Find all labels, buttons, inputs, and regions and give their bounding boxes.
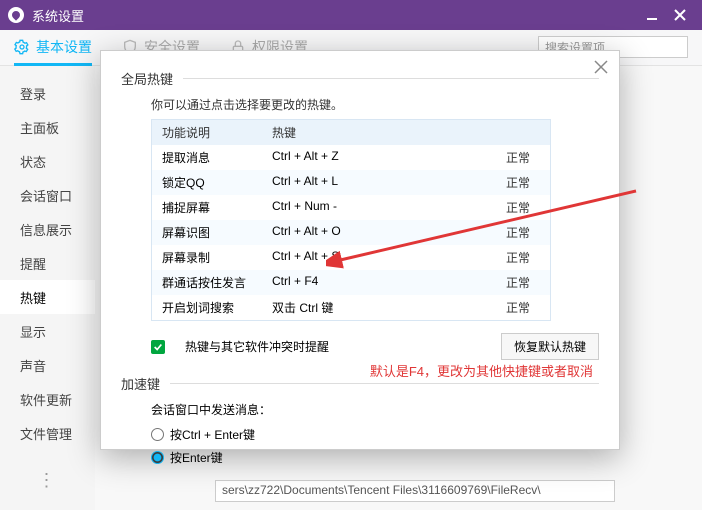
col-key: 热键	[262, 120, 442, 145]
hotkey-status: 正常	[442, 195, 550, 220]
global-hotkeys-desc: 你可以通过点击选择要更改的热键。	[151, 96, 599, 113]
col-fn: 功能说明	[152, 120, 262, 145]
sidebar-item-4[interactable]: 信息展示	[0, 212, 95, 246]
hotkey-fn: 群通话按住发言	[152, 270, 262, 295]
hotkey-row[interactable]: 捕捉屏幕Ctrl + Num -正常	[152, 195, 550, 220]
window-title: 系统设置	[32, 6, 84, 25]
hotkey-row[interactable]: 锁定QQCtrl + Alt + L正常	[152, 170, 550, 195]
path-input[interactable]: sers\zz722\Documents\Tencent Files\31166…	[215, 480, 615, 502]
hotkey-row[interactable]: 提取消息Ctrl + Alt + Z正常	[152, 145, 550, 170]
hotkey-key: 双击 Ctrl 键	[262, 295, 442, 320]
sidebar: 登录主面板状态会话窗口信息展示提醒热键显示声音软件更新文件管理 ⋮	[0, 66, 95, 510]
hotkey-row[interactable]: 屏幕识图Ctrl + Alt + O正常	[152, 220, 550, 245]
hotkey-status: 正常	[442, 220, 550, 245]
conflict-checkbox[interactable]	[151, 340, 165, 354]
hotkey-status: 正常	[442, 270, 550, 295]
send-msg-label: 会话窗口中发送消息：	[151, 401, 599, 418]
radio-ctrl-enter[interactable]: 按Ctrl + Enter键	[151, 426, 599, 443]
hotkey-fn: 屏幕识图	[152, 220, 262, 245]
hotkey-status: 正常	[442, 145, 550, 170]
hotkey-fn: 开启划词搜索	[152, 295, 262, 320]
tab-basic[interactable]: 基本设置	[14, 30, 92, 66]
close-button[interactable]	[666, 0, 694, 30]
section-accelerator: 加速键	[121, 374, 160, 393]
sidebar-item-7[interactable]: 显示	[0, 314, 95, 348]
hotkey-status: 正常	[442, 295, 550, 320]
hotkey-fn: 锁定QQ	[152, 170, 262, 195]
hotkey-key: Ctrl + Alt + Z	[262, 145, 442, 170]
hotkey-settings-modal: 全局热键 你可以通过点击选择要更改的热键。 功能说明 热键 提取消息Ctrl +…	[100, 50, 620, 450]
sidebar-item-2[interactable]: 状态	[0, 144, 95, 178]
gear-icon	[14, 39, 30, 55]
hotkey-row[interactable]: 屏幕录制Ctrl + Alt + S正常	[152, 245, 550, 270]
sidebar-item-5[interactable]: 提醒	[0, 246, 95, 280]
hotkey-fn: 捕捉屏幕	[152, 195, 262, 220]
sidebar-item-1[interactable]: 主面板	[0, 110, 95, 144]
hotkey-key: Ctrl + Num -	[262, 195, 442, 220]
qq-icon	[8, 7, 24, 23]
hotkey-fn: 提取消息	[152, 145, 262, 170]
hotkey-fn: 屏幕录制	[152, 245, 262, 270]
hotkey-table: 功能说明 热键 提取消息Ctrl + Alt + Z正常锁定QQCtrl + A…	[151, 119, 551, 321]
sidebar-item-10[interactable]: 文件管理	[0, 416, 95, 450]
hotkey-row[interactable]: 开启划词搜索双击 Ctrl 键正常	[152, 295, 550, 320]
minimize-button[interactable]	[638, 0, 666, 30]
hotkey-row[interactable]: 群通话按住发言Ctrl + F4正常	[152, 270, 550, 295]
section-global-hotkeys: 全局热键	[121, 69, 173, 88]
hotkey-key: Ctrl + Alt + S	[262, 245, 442, 270]
modal-close-button[interactable]	[593, 59, 609, 75]
sidebar-item-9[interactable]: 软件更新	[0, 382, 95, 416]
hotkey-key: Ctrl + F4	[262, 270, 442, 295]
annotation-note: 默认是F4，更改为其他快捷键或者取消	[370, 361, 593, 380]
radio-enter[interactable]: 按Enter键	[151, 449, 599, 466]
sidebar-item-6[interactable]: 热键	[0, 280, 95, 314]
restore-default-button[interactable]: 恢复默认热键	[501, 333, 599, 360]
sidebar-item-8[interactable]: 声音	[0, 348, 95, 382]
hotkey-status: 正常	[442, 245, 550, 270]
hotkey-status: 正常	[442, 170, 550, 195]
hotkey-key: Ctrl + Alt + O	[262, 220, 442, 245]
conflict-label: 热键与其它软件冲突时提醒	[185, 338, 329, 355]
sidebar-item-3[interactable]: 会话窗口	[0, 178, 95, 212]
hotkey-key: Ctrl + Alt + L	[262, 170, 442, 195]
sidebar-item-0[interactable]: 登录	[0, 76, 95, 110]
sidebar-more[interactable]: ⋮	[0, 470, 95, 491]
